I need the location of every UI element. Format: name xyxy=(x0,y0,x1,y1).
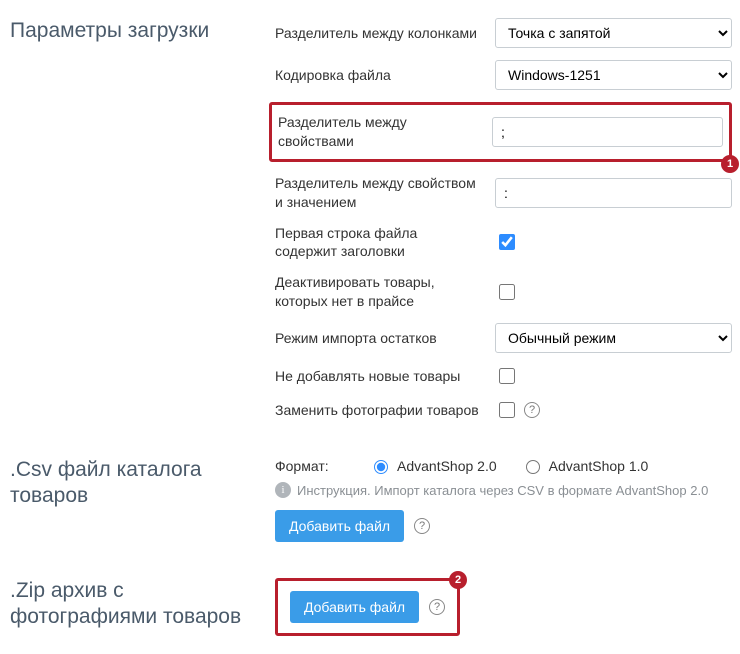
section-title-params: Параметры загрузки xyxy=(0,0,275,439)
label-header-row: Первая строка файла содержит заголовки xyxy=(275,224,495,262)
label-col-sep: Разделитель между колонками xyxy=(275,24,495,43)
radio-label-2: AdvantShop 2.0 xyxy=(397,458,497,474)
label-stock-mode: Режим импорта остатков xyxy=(275,329,495,348)
radio-label-1: AdvantShop 1.0 xyxy=(549,458,649,474)
select-stock-mode[interactable]: Обычный режим xyxy=(495,323,732,353)
info-icon: i xyxy=(275,482,291,498)
help-icon[interactable]: ? xyxy=(524,402,540,418)
section-title-zip: .Zip архив с фотографиями товаров xyxy=(0,560,275,654)
section-title-csv: .Csv файл каталога товаров xyxy=(0,439,275,560)
add-file-button-csv[interactable]: Добавить файл xyxy=(275,510,404,542)
add-file-button-zip[interactable]: Добавить файл xyxy=(290,591,419,623)
annotation-badge-1: 1 xyxy=(721,155,739,173)
checkbox-replace-photos[interactable] xyxy=(499,402,515,418)
label-encoding: Кодировка файла xyxy=(275,66,495,85)
help-icon[interactable]: ? xyxy=(429,599,445,615)
radio-opt-advantshop-2[interactable]: AdvantShop 2.0 xyxy=(369,457,497,474)
checkbox-header-row[interactable] xyxy=(499,234,515,250)
highlighted-zip-upload: Добавить файл ? 2 xyxy=(275,578,460,636)
radio-advantshop-2[interactable] xyxy=(374,460,388,474)
annotation-badge-2: 2 xyxy=(449,571,467,589)
label-prop-val-sep: Разделитель между свойством и значением xyxy=(275,174,495,212)
info-text[interactable]: Инструкция. Импорт каталога через CSV в … xyxy=(297,483,708,498)
checkbox-deactivate[interactable] xyxy=(499,284,515,300)
label-deactivate: Деактивировать товары, которых нет в пра… xyxy=(275,273,495,311)
select-col-sep[interactable]: Точка с запятой xyxy=(495,18,732,48)
input-prop-val-sep[interactable] xyxy=(495,178,732,208)
label-no-new: Не добавлять новые товары xyxy=(275,367,495,386)
radio-advantshop-1[interactable] xyxy=(526,460,540,474)
highlighted-prop-sep-row: Разделитель между свойствами 1 xyxy=(269,102,732,162)
radio-opt-advantshop-1[interactable]: AdvantShop 1.0 xyxy=(521,457,649,474)
select-encoding[interactable]: Windows-1251 xyxy=(495,60,732,90)
label-prop-sep: Разделитель между свойствами xyxy=(278,113,492,151)
checkbox-no-new[interactable] xyxy=(499,368,515,384)
label-format: Формат: xyxy=(275,458,345,474)
input-prop-sep[interactable] xyxy=(492,117,723,147)
label-replace-photos: Заменить фотографии товаров xyxy=(275,401,495,420)
help-icon[interactable]: ? xyxy=(414,518,430,534)
